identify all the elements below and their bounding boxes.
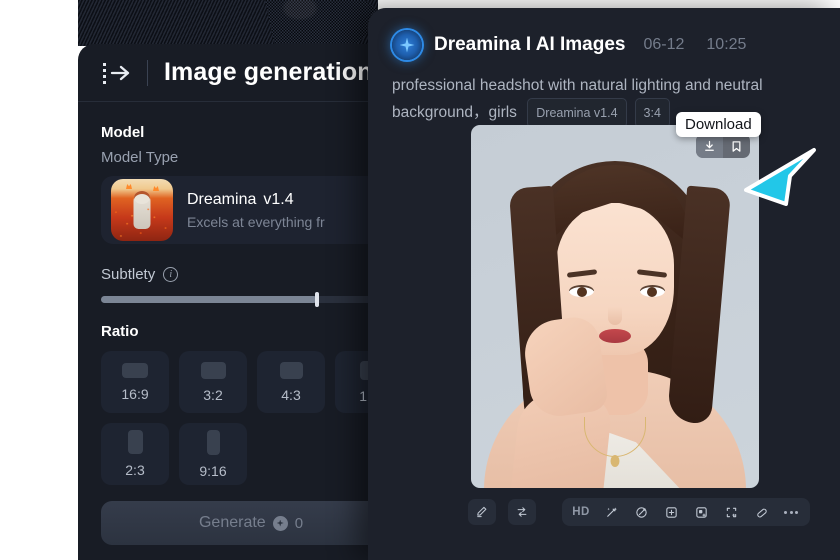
regenerate-swap-icon[interactable] xyxy=(508,499,536,525)
model-name-row: Dreamina v1.4 xyxy=(187,191,325,209)
portrait-iris-right xyxy=(647,287,657,297)
generate-wrapper: Generate 0 Try free xyxy=(101,479,447,545)
astronaut-helmet xyxy=(134,190,150,204)
page-title: Image generation xyxy=(164,58,373,86)
ratio-section-title: Ratio xyxy=(101,323,139,340)
portrait-lips xyxy=(599,329,631,343)
model-section-title: Model xyxy=(101,124,145,141)
more-options-icon[interactable] xyxy=(778,501,804,523)
model-thumbnail xyxy=(111,179,173,241)
sidebar-expand-icon[interactable] xyxy=(101,60,133,86)
result-card-header: Dreamina I AI Images 06-12 10:25 xyxy=(392,30,816,60)
ratio-button-3-2[interactable]: 3:2 xyxy=(179,351,247,413)
ratio-shape xyxy=(127,430,143,454)
model-card[interactable]: Dreamina v1.4 Excels at everything fr xyxy=(101,176,401,244)
ratio-shape xyxy=(200,361,226,379)
subtlety-row: Subtlety i xyxy=(101,266,378,283)
ratio-label: 16:9 xyxy=(121,385,149,402)
tag-ratio: 3:4 xyxy=(634,98,670,128)
dreamina-star-icon xyxy=(392,30,422,60)
eraser-icon[interactable] xyxy=(748,501,774,523)
model-type-label: Model Type xyxy=(101,149,179,166)
slider-handle[interactable] xyxy=(315,292,319,307)
ratio-label: 3:2 xyxy=(203,386,223,403)
brand-name: Dreamina I AI Images xyxy=(434,34,626,55)
generated-image[interactable] xyxy=(471,125,759,488)
settings-column: Model Model Type Dreamina v1.4 Excels at … xyxy=(78,102,447,560)
ratio-shape xyxy=(279,361,303,379)
dithered-artifact-strip xyxy=(78,0,378,46)
ratio-label: 9:16 xyxy=(199,462,227,479)
download-icon[interactable] xyxy=(696,134,723,158)
outpaint-icon[interactable] xyxy=(688,501,714,523)
result-time: 10:25 xyxy=(706,36,747,53)
tool-group: HD xyxy=(562,498,810,526)
ratio-shape xyxy=(206,429,220,455)
credit-count: 0 xyxy=(294,514,304,532)
portrait-pendant xyxy=(610,455,620,467)
butterfly-icon xyxy=(126,184,132,189)
hd-label[interactable]: HD xyxy=(568,501,594,523)
prompt-tags: Dreamina v1.4 3:4 xyxy=(527,98,670,128)
ratio-button-2-3[interactable]: 2:3 xyxy=(101,423,169,485)
slider-fill xyxy=(101,296,317,303)
result-date: 06-12 xyxy=(643,36,685,53)
butterfly-icon xyxy=(153,186,159,191)
ratio-button-9-16[interactable]: 9:16 xyxy=(179,423,247,485)
portrait-nose xyxy=(608,307,622,325)
ratio-shape xyxy=(122,362,148,378)
model-name: Dreamina xyxy=(187,190,257,208)
subtlety-slider[interactable] xyxy=(101,292,401,307)
portrait-iris-left xyxy=(577,287,587,297)
ratio-label: 4:3 xyxy=(281,386,301,403)
credit-coin-icon xyxy=(272,515,288,531)
topbar-divider xyxy=(147,59,148,86)
ratio-button-4-3[interactable]: 4:3 xyxy=(257,351,325,413)
image-toolbar: HD xyxy=(468,498,810,526)
info-icon[interactable]: i xyxy=(163,267,179,282)
edit-pencil-icon[interactable] xyxy=(468,499,496,525)
mouse-cursor xyxy=(740,130,820,215)
ratio-grid: 16:9 3:2 4:3 1:1 2:3 xyxy=(101,351,413,485)
subtlety-label: Subtlety xyxy=(101,266,156,283)
screenshot-root: Image generation Model Model Type Dreami… xyxy=(0,0,840,560)
expand-canvas-icon[interactable] xyxy=(718,501,744,523)
retouch-brush-icon[interactable] xyxy=(628,501,654,523)
generate-button[interactable]: Generate 0 xyxy=(101,501,401,545)
model-description: Excels at everything fr xyxy=(187,213,325,230)
poppy-field xyxy=(111,205,173,241)
inpaint-icon[interactable] xyxy=(658,501,684,523)
magic-wand-icon[interactable] xyxy=(598,501,624,523)
ratio-button-16-9[interactable]: 16:9 xyxy=(101,351,169,413)
tag-model: Dreamina v1.4 xyxy=(527,98,627,128)
model-version: v1.4 xyxy=(263,190,294,208)
generate-label: Generate xyxy=(198,514,266,531)
ratio-label: 2:3 xyxy=(125,462,145,478)
